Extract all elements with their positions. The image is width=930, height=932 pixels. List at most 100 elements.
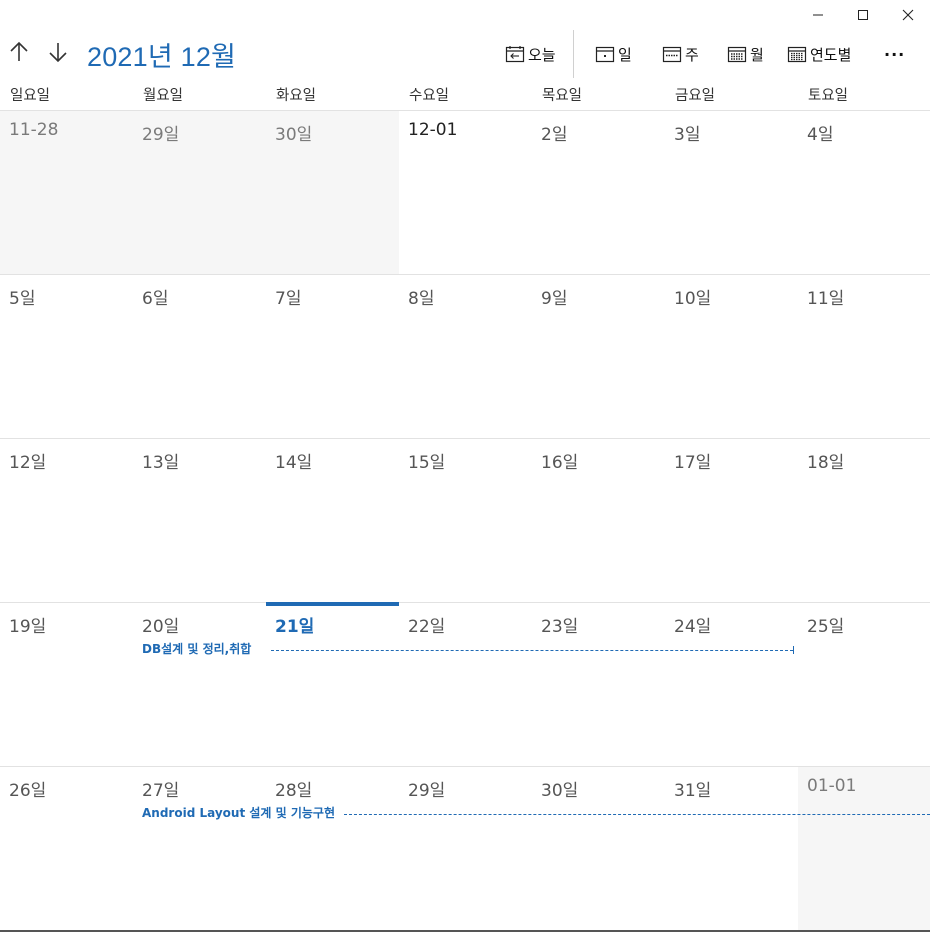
day-cell[interactable]: 30일 — [532, 766, 665, 930]
page-title[interactable]: 2021년 12월 — [87, 35, 236, 74]
weekday-label: 토요일 — [808, 88, 849, 104]
day-number: 4일 — [807, 125, 834, 145]
day-number: 23일 — [541, 617, 579, 637]
day-cell[interactable]: 14일 — [266, 438, 399, 602]
day-cell[interactable]: 9일 — [532, 274, 665, 438]
day-number: 11-28 — [9, 120, 59, 140]
day-cell[interactable]: 6일 — [133, 274, 266, 438]
close-icon[interactable] — [885, 0, 930, 30]
day-cell[interactable]: 20일 — [133, 602, 266, 766]
weekday-label: 월요일 — [143, 88, 184, 104]
day-cell[interactable]: 16일 — [532, 438, 665, 602]
event-span-end — [793, 646, 794, 654]
day-number: 31일 — [674, 781, 712, 801]
day-number: 30일 — [541, 781, 579, 801]
event-db-design[interactable]: DB설계 및 정리,취합 — [142, 640, 251, 657]
day-number-today: 21일 — [275, 617, 315, 637]
day-number: 30일 — [275, 125, 313, 145]
arrow-up-icon[interactable] — [7, 40, 31, 64]
day-number: 29일 — [142, 125, 180, 145]
today-label: 오늘 — [528, 45, 556, 64]
year-view-button[interactable]: 연도별 — [787, 40, 851, 68]
day-number: 8일 — [408, 289, 435, 309]
calendar-month-icon — [727, 46, 747, 63]
calendar-header: 2021년 12월 오늘 일 주 월 연도별 ··· — [0, 30, 930, 80]
day-number: 28일 — [275, 781, 313, 801]
day-cell[interactable]: 10일 — [665, 274, 798, 438]
calendar-today-icon — [505, 46, 525, 63]
day-cell[interactable]: 31일 — [665, 766, 798, 930]
maximize-icon[interactable] — [840, 0, 885, 30]
day-number: 12일 — [9, 453, 47, 473]
day-cell[interactable]: 11-28 — [0, 110, 133, 274]
toolbar-divider — [573, 30, 574, 78]
week-view-button[interactable]: 주 — [662, 40, 699, 68]
day-cell[interactable]: 12-01 — [399, 110, 532, 274]
window-controls — [795, 0, 930, 30]
day-cell[interactable]: 5일 — [0, 274, 133, 438]
arrow-down-icon[interactable] — [46, 40, 70, 64]
event-android-layout[interactable]: Android Layout 설계 및 기능구현 — [142, 804, 335, 821]
day-number: 6일 — [142, 289, 169, 309]
weekday-label: 화요일 — [276, 88, 317, 104]
day-view-button[interactable]: 일 — [595, 40, 632, 68]
day-cell[interactable]: 28일 — [266, 766, 399, 930]
day-cell[interactable]: 8일 — [399, 274, 532, 438]
day-number: 7일 — [275, 289, 302, 309]
weekday-label: 목요일 — [542, 88, 583, 104]
day-cell[interactable]: 22일 — [399, 602, 532, 766]
day-cell[interactable]: 01-01 — [798, 766, 930, 930]
day-number: 12-01 — [408, 120, 458, 140]
day-cell[interactable]: 15일 — [399, 438, 532, 602]
day-cell[interactable]: 25일 — [798, 602, 930, 766]
year-view-label: 연도별 — [810, 45, 852, 64]
day-number: 11일 — [807, 289, 845, 309]
day-number: 22일 — [408, 617, 446, 637]
event-span-line[interactable] — [344, 814, 930, 815]
day-cell[interactable]: 29일 — [133, 110, 266, 274]
day-cell[interactable]: 23일 — [532, 602, 665, 766]
weekday-header: 일요일 월요일 화요일 수요일 목요일 금요일 토요일 — [0, 80, 930, 111]
month-view-label: 월 — [750, 45, 764, 64]
day-number: 5일 — [9, 289, 36, 309]
day-number: 10일 — [674, 289, 712, 309]
day-cell[interactable]: 30일 — [266, 110, 399, 274]
day-cell[interactable]: 26일 — [0, 766, 133, 930]
day-number: 19일 — [9, 617, 47, 637]
day-number: 13일 — [142, 453, 180, 473]
day-cell[interactable]: 18일 — [798, 438, 930, 602]
day-cell[interactable]: 7일 — [266, 274, 399, 438]
day-cell[interactable]: 11일 — [798, 274, 930, 438]
weekday-label: 일요일 — [10, 88, 51, 104]
day-cell[interactable]: 24일 — [665, 602, 798, 766]
minimize-icon[interactable] — [795, 0, 840, 30]
day-cell[interactable]: 29일 — [399, 766, 532, 930]
day-number: 25일 — [807, 617, 845, 637]
day-number: 24일 — [674, 617, 712, 637]
day-cell-today[interactable]: 21일 — [266, 602, 399, 766]
day-cell[interactable]: 12일 — [0, 438, 133, 602]
day-cell[interactable]: 3일 — [665, 110, 798, 274]
day-number: 9일 — [541, 289, 568, 309]
day-cell[interactable]: 2일 — [532, 110, 665, 274]
day-view-label: 일 — [618, 45, 632, 64]
day-number: 20일 — [142, 617, 180, 637]
day-number: 18일 — [807, 453, 845, 473]
event-span-line[interactable] — [271, 650, 793, 651]
day-cell[interactable]: 19일 — [0, 602, 133, 766]
today-button[interactable]: 오늘 — [505, 40, 556, 68]
calendar-day-icon — [595, 46, 615, 63]
month-view-button[interactable]: 월 — [727, 40, 764, 68]
day-cell[interactable]: 4일 — [798, 110, 930, 274]
day-number: 01-01 — [807, 776, 857, 796]
day-number: 3일 — [674, 125, 701, 145]
day-cell[interactable]: 13일 — [133, 438, 266, 602]
day-number: 29일 — [408, 781, 446, 801]
calendar-year-icon — [787, 46, 807, 63]
day-number: 14일 — [275, 453, 313, 473]
day-cell[interactable]: 27일 — [133, 766, 266, 930]
day-cell[interactable]: 17일 — [665, 438, 798, 602]
calendar-week-icon — [662, 46, 682, 63]
more-options-button[interactable]: ··· — [884, 40, 905, 68]
day-number: 2일 — [541, 125, 568, 145]
